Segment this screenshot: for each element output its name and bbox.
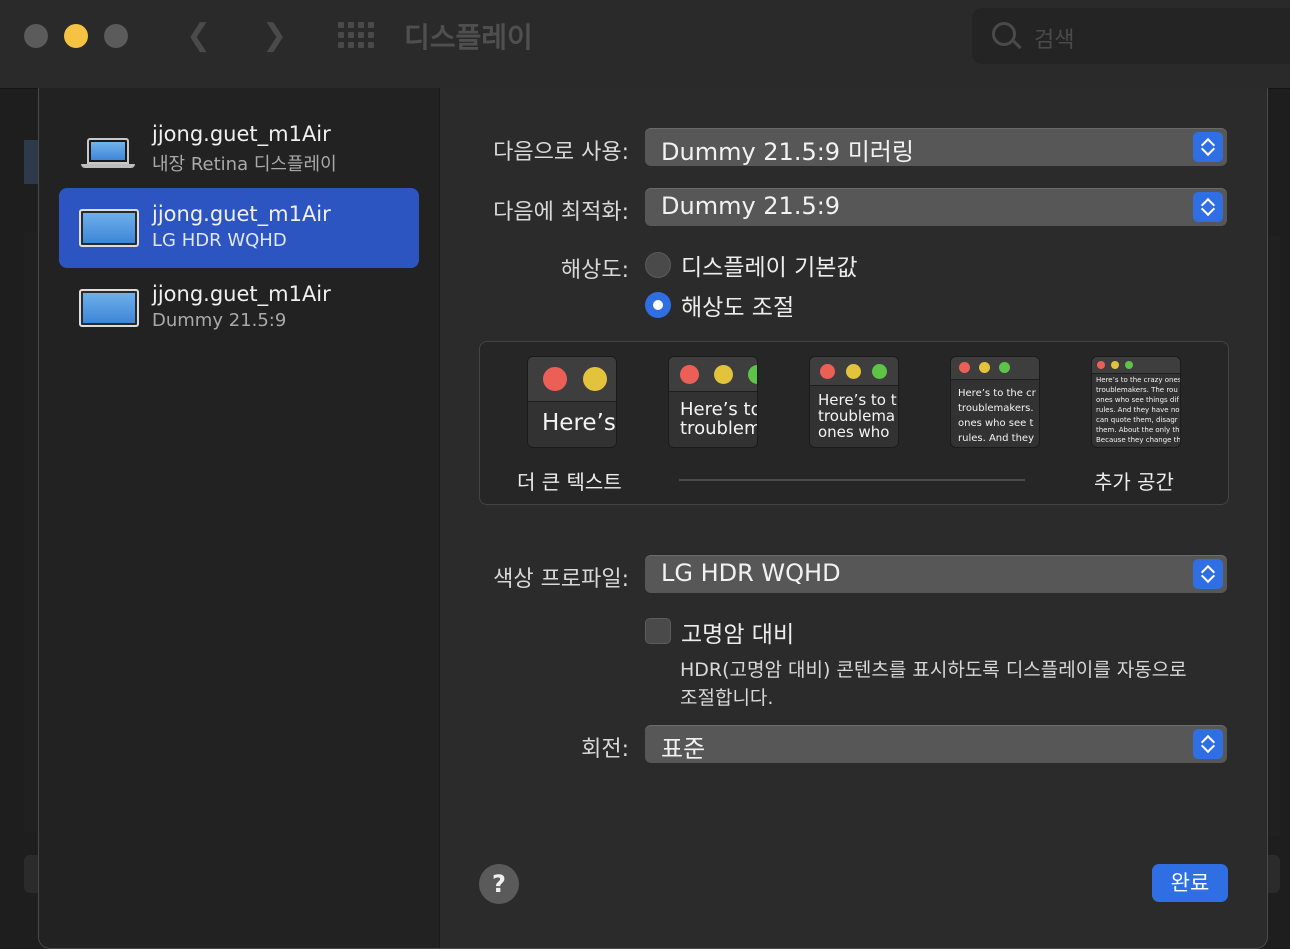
color-profile-value: LG HDR WQHD <box>661 559 841 587</box>
laptop-base <box>81 164 135 168</box>
minimize-window-button[interactable] <box>64 24 88 48</box>
grid-icon[interactable] <box>338 22 374 50</box>
hdr-description: HDR(고명암 대비) 콘텐츠를 표시하도록 디스플레이를 자동으로 조절합니다… <box>680 659 1187 709</box>
scale-option-1[interactable]: Here’s <box>527 356 617 448</box>
chevron-updown-icon <box>1193 192 1223 222</box>
background-button <box>1266 855 1280 893</box>
display-name: jjong.guet_m1Air <box>152 282 331 306</box>
rotation-popup[interactable]: 표준 <box>645 725 1227 763</box>
background-panel <box>24 140 38 184</box>
help-button[interactable]: ? <box>479 864 519 904</box>
chevron-updown-icon <box>1193 559 1223 589</box>
done-button[interactable]: 완료 <box>1152 864 1228 902</box>
resolution-label: 해상도: <box>560 258 629 283</box>
monitor-icon <box>79 289 139 327</box>
back-arrow-icon[interactable]: ❮ <box>186 18 211 54</box>
scale-option-4-text: Here’s to the cr troublemakers. ones who… <box>958 388 1036 444</box>
search-placeholder: 검색 <box>1034 28 1075 53</box>
optimize-for-label: 다음에 최적화: <box>493 200 629 225</box>
resolution-default-label[interactable]: 디스플레이 기본값 <box>681 248 858 282</box>
zoom-window-button[interactable] <box>104 24 128 48</box>
resolution-scaled-radio[interactable] <box>645 292 671 318</box>
window-title: 디스플레이 <box>404 21 533 54</box>
use-as-popup[interactable]: Dummy 21.5:9 미러링 <box>645 128 1227 166</box>
chevron-updown-icon <box>1193 132 1223 162</box>
display-item-lg[interactable]: jjong.guet_m1Air LG HDR WQHD <box>59 188 419 268</box>
scaling-options: Here’s Here’s to troublem Here’s to t tr… <box>479 341 1229 505</box>
scale-option-1-text: Here’s <box>542 410 616 436</box>
use-as-label: 다음으로 사용: <box>493 140 629 165</box>
display-item-builtin[interactable]: jjong.guet_m1Air 내장 Retina 디스플레이 <box>59 108 419 188</box>
scale-option-5-text: Here’s to the crazy ones troublemakers. … <box>1096 376 1181 444</box>
rotation-value: 표준 <box>661 735 706 763</box>
display-name: jjong.guet_m1Air <box>152 122 331 146</box>
display-subtitle: LG HDR WQHD <box>152 230 287 251</box>
chevron-updown-icon <box>1193 729 1223 759</box>
scale-option-2-text: Here’s to troublem <box>680 399 758 439</box>
monitor-icon <box>79 209 139 247</box>
scale-option-3[interactable]: Here’s to t troublema ones who <box>809 356 899 448</box>
optimize-for-value: Dummy 21.5:9 <box>661 192 841 220</box>
search-icon <box>992 22 1016 46</box>
color-profile-popup[interactable]: LG HDR WQHD <box>645 555 1227 593</box>
hdr-label[interactable]: 고명암 대비 <box>681 615 794 649</box>
color-profile-label: 색상 프로파일: <box>493 567 629 592</box>
search-field[interactable]: 검색 <box>972 8 1290 64</box>
display-subtitle: Dummy 21.5:9 <box>152 310 287 331</box>
resolution-scaled-label[interactable]: 해상도 조절 <box>681 288 794 322</box>
larger-text-label: 더 큰 텍스트 <box>517 470 622 494</box>
resolution-default-radio[interactable] <box>645 252 671 278</box>
hdr-checkbox[interactable] <box>645 618 671 644</box>
use-as-value: Dummy 21.5:9 미러링 <box>661 138 914 166</box>
laptop-icon <box>87 138 129 164</box>
close-window-button[interactable] <box>24 24 48 48</box>
more-space-label: 추가 공간 <box>1094 470 1174 494</box>
scale-option-5[interactable]: Here’s to the crazy ones troublemakers. … <box>1091 356 1181 448</box>
display-list: jjong.guet_m1Air 내장 Retina 디스플레이 jjong.g… <box>39 88 440 948</box>
scale-option-3-text: Here’s to t troublema ones who <box>818 391 897 441</box>
optimize-for-popup[interactable]: Dummy 21.5:9 <box>645 188 1227 226</box>
display-item-dummy[interactable]: jjong.guet_m1Air Dummy 21.5:9 <box>59 268 419 348</box>
title-bar: ❮ ❯ 디스플레이 검색 <box>0 0 1290 89</box>
scale-divider <box>679 479 1025 481</box>
display-name: jjong.guet_m1Air <box>152 202 331 226</box>
background-panel <box>1266 236 1280 836</box>
scale-option-4[interactable]: Here’s to the cr troublemakers. ones who… <box>950 356 1040 448</box>
display-subtitle: 내장 Retina 디스플레이 <box>152 154 337 175</box>
scale-option-2[interactable]: Here’s to troublem <box>668 356 758 448</box>
forward-arrow-icon[interactable]: ❯ <box>262 18 287 54</box>
background-button <box>24 855 38 893</box>
rotation-label: 회전: <box>581 737 629 762</box>
display-settings-sheet: jjong.guet_m1Air 내장 Retina 디스플레이 jjong.g… <box>38 88 1268 949</box>
